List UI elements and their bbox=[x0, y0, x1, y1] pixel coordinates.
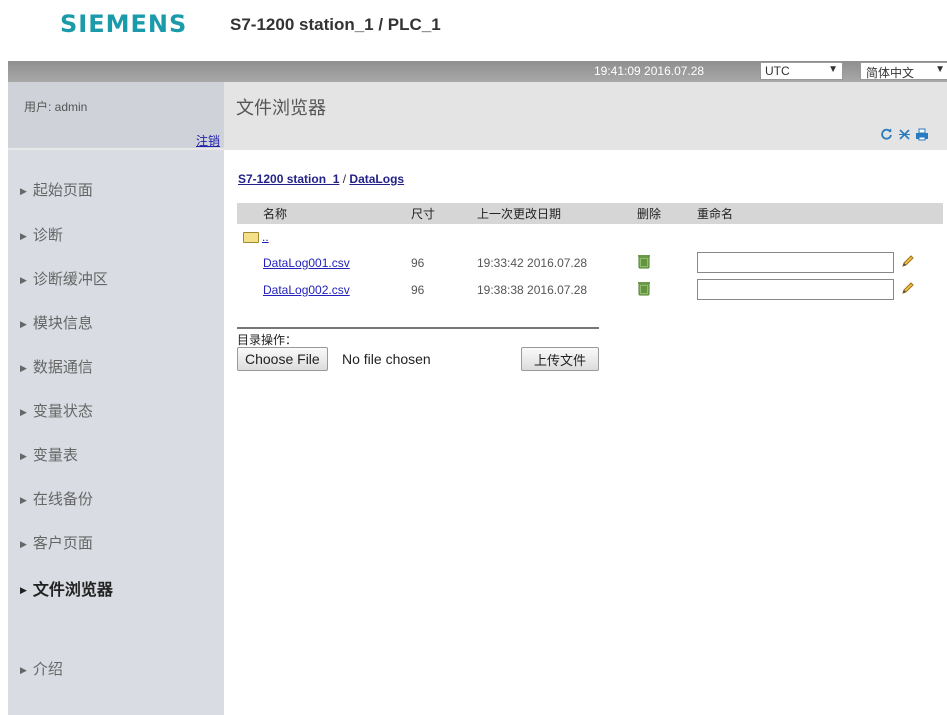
print-icon[interactable] bbox=[915, 128, 929, 142]
sidebar-item-start-page[interactable]: ▶ 起始页面 bbox=[20, 179, 93, 200]
sidebar-item-introduction[interactable]: ▶ 介绍 bbox=[20, 658, 63, 679]
arrow-right-icon: ▶ bbox=[20, 538, 27, 549]
language-select[interactable]: 简体中文 ▼ bbox=[860, 62, 947, 80]
table-row-parent: .. bbox=[237, 224, 943, 249]
sidebar-item-file-browser[interactable]: ▶ 文件浏览器 bbox=[20, 576, 113, 600]
table-row: DataLog002.csv 96 19:38:38 2016.07.28 bbox=[237, 275, 943, 302]
file-modified: 19:38:38 2016.07.28 bbox=[473, 275, 633, 302]
sidebar-item-user-pages[interactable]: ▶ 客户页面 bbox=[20, 532, 93, 553]
sidebar-item-variable-status[interactable]: ▶ 变量状态 bbox=[20, 400, 93, 421]
arrow-right-icon: ▶ bbox=[20, 494, 27, 505]
parent-folder-cell[interactable]: .. bbox=[237, 224, 407, 249]
no-file-chosen-text: No file chosen bbox=[342, 351, 431, 367]
breadcrumb-separator: / bbox=[339, 172, 350, 186]
chevron-down-icon: ▼ bbox=[828, 64, 838, 75]
siemens-logo: SIEMENS bbox=[60, 10, 188, 38]
arrow-right-icon: ▶ bbox=[20, 318, 27, 329]
user-box: 用户: admin 注销 bbox=[8, 82, 224, 150]
timezone-value: UTC bbox=[765, 64, 790, 78]
sidebar-item-label: 变量状态 bbox=[32, 403, 93, 420]
breadcrumb-station-link[interactable]: S7-1200 station_1 bbox=[238, 172, 339, 186]
column-header-rename: 重命名 bbox=[693, 203, 943, 225]
dir-ops-divider bbox=[237, 327, 599, 329]
arrow-right-icon: ▶ bbox=[20, 664, 27, 675]
arrow-right-icon: ▶ bbox=[20, 362, 27, 373]
file-link[interactable]: DataLog001.csv bbox=[241, 256, 350, 270]
clock-display: 19:41:09 2016.07.28 bbox=[594, 64, 705, 78]
sidebar-item-label: 起始页面 bbox=[32, 182, 93, 199]
sidebar-item-module-info[interactable]: ▶ 模块信息 bbox=[20, 312, 93, 333]
arrow-right-icon: ▶ bbox=[20, 185, 27, 196]
sidebar-item-label: 诊断 bbox=[32, 227, 63, 244]
main-header: 文件浏览器 bbox=[224, 82, 947, 150]
sidebar-item-diagnostics[interactable]: ▶ 诊断 bbox=[20, 224, 63, 245]
arrow-right-icon: ▶ bbox=[20, 274, 27, 285]
breadcrumb: S7-1200 station_1 / DataLogs bbox=[238, 172, 404, 186]
chevron-down-icon: ▼ bbox=[935, 64, 945, 75]
sidebar-item-diagnostic-buffer[interactable]: ▶ 诊断缓冲区 bbox=[20, 268, 108, 289]
parent-folder-link[interactable]: .. bbox=[262, 230, 269, 244]
file-size: 96 bbox=[407, 248, 473, 276]
rename-input[interactable] bbox=[697, 279, 894, 300]
language-value: 简体中文 bbox=[866, 66, 915, 80]
sidebar: 用户: admin 注销 ▶ 起始页面 ▶ 诊断 ▶ 诊断缓冲区 ▶ 模块信息 ▶ 数据通… bbox=[8, 82, 224, 715]
close-icon[interactable] bbox=[897, 128, 911, 142]
user-label: 用户: admin bbox=[24, 100, 88, 114]
table-row: DataLog001.csv 96 19:33:42 2016.07.28 bbox=[237, 248, 943, 276]
logout-link[interactable]: 注销 bbox=[196, 132, 220, 149]
sidebar-item-communication[interactable]: ▶ 数据通信 bbox=[20, 356, 93, 377]
choose-file-button[interactable]: Choose File bbox=[237, 347, 328, 371]
sidebar-item-online-backup[interactable]: ▶ 在线备份 bbox=[20, 488, 93, 509]
sidebar-item-label: 模块信息 bbox=[32, 315, 93, 332]
column-header-size: 尺寸 bbox=[407, 203, 473, 225]
toolbar bbox=[879, 128, 929, 142]
file-modified: 19:33:42 2016.07.28 bbox=[473, 248, 633, 276]
table-header-row: 名称 尺寸 上一次更改日期 删除 重命名 bbox=[237, 203, 943, 225]
dir-ops-label: 目录操作： bbox=[237, 333, 298, 347]
refresh-icon[interactable] bbox=[879, 128, 893, 142]
top-bar: 19:41:09 2016.07.28 UTC ▼ 简体中文 ▼ bbox=[8, 61, 947, 82]
file-size: 96 bbox=[407, 275, 473, 302]
file-link[interactable]: DataLog002.csv bbox=[241, 283, 350, 297]
page-header: SIEMENS S7-1200 station_1 / PLC_1 bbox=[0, 0, 947, 60]
arrow-right-icon: ▶ bbox=[20, 450, 27, 461]
pencil-icon[interactable] bbox=[901, 281, 915, 298]
arrow-right-icon: ▶ bbox=[20, 406, 27, 417]
station-title: S7-1200 station_1 / PLC_1 bbox=[230, 15, 441, 34]
file-table: 名称 尺寸 上一次更改日期 删除 重命名 .. DataLog001.csv 9… bbox=[237, 203, 943, 302]
rename-input[interactable] bbox=[697, 252, 894, 273]
column-header-modified: 上一次更改日期 bbox=[473, 203, 633, 225]
sidebar-item-watch-tables[interactable]: ▶ 变量表 bbox=[20, 444, 78, 465]
upload-file-button[interactable]: 上传文件 bbox=[521, 347, 599, 371]
sidebar-item-label: 诊断缓冲区 bbox=[32, 271, 108, 288]
breadcrumb-folder-link[interactable]: DataLogs bbox=[349, 172, 404, 186]
trash-icon[interactable] bbox=[637, 280, 651, 296]
arrow-right-icon: ▶ bbox=[20, 585, 27, 596]
sidebar-item-label: 数据通信 bbox=[32, 359, 93, 376]
folder-icon bbox=[243, 232, 259, 244]
trash-icon[interactable] bbox=[637, 253, 651, 269]
sidebar-item-label: 变量表 bbox=[32, 447, 78, 464]
sidebar-item-label: 客户页面 bbox=[32, 535, 93, 552]
page-title: 文件浏览器 bbox=[236, 98, 326, 118]
sidebar-item-label: 文件浏览器 bbox=[32, 582, 113, 599]
column-header-delete: 删除 bbox=[633, 203, 693, 225]
arrow-right-icon: ▶ bbox=[20, 230, 27, 241]
sidebar-item-label: 在线备份 bbox=[32, 491, 93, 508]
timezone-select[interactable]: UTC ▼ bbox=[760, 62, 843, 80]
sidebar-item-label: 介绍 bbox=[32, 661, 63, 678]
column-header-name: 名称 bbox=[237, 203, 407, 225]
pencil-icon[interactable] bbox=[901, 254, 915, 271]
